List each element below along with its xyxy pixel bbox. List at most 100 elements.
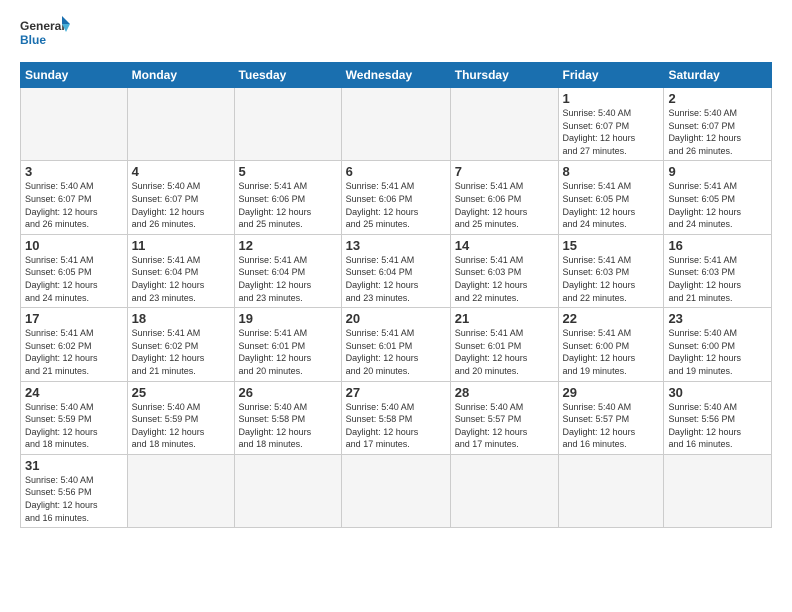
- day-info: Sunrise: 5:41 AM Sunset: 6:01 PM Dayligh…: [455, 327, 554, 377]
- calendar-day-cell: 28Sunrise: 5:40 AM Sunset: 5:57 PM Dayli…: [450, 381, 558, 454]
- calendar-header-row: SundayMondayTuesdayWednesdayThursdayFrid…: [21, 63, 772, 88]
- calendar-day-cell: 12Sunrise: 5:41 AM Sunset: 6:04 PM Dayli…: [234, 234, 341, 307]
- col-header-monday: Monday: [127, 63, 234, 88]
- calendar-day-cell: [664, 454, 772, 527]
- day-number: 13: [346, 238, 446, 253]
- calendar-day-cell: 5Sunrise: 5:41 AM Sunset: 6:06 PM Daylig…: [234, 161, 341, 234]
- day-number: 8: [563, 164, 660, 179]
- day-number: 26: [239, 385, 337, 400]
- day-number: 5: [239, 164, 337, 179]
- day-info: Sunrise: 5:41 AM Sunset: 6:01 PM Dayligh…: [346, 327, 446, 377]
- calendar-day-cell: 25Sunrise: 5:40 AM Sunset: 5:59 PM Dayli…: [127, 381, 234, 454]
- calendar-day-cell: 17Sunrise: 5:41 AM Sunset: 6:02 PM Dayli…: [21, 308, 128, 381]
- day-number: 12: [239, 238, 337, 253]
- calendar-day-cell: 14Sunrise: 5:41 AM Sunset: 6:03 PM Dayli…: [450, 234, 558, 307]
- calendar-day-cell: 22Sunrise: 5:41 AM Sunset: 6:00 PM Dayli…: [558, 308, 664, 381]
- calendar-day-cell: [341, 454, 450, 527]
- day-number: 6: [346, 164, 446, 179]
- day-number: 20: [346, 311, 446, 326]
- day-info: Sunrise: 5:41 AM Sunset: 6:04 PM Dayligh…: [132, 254, 230, 304]
- calendar-day-cell: [127, 88, 234, 161]
- day-info: Sunrise: 5:40 AM Sunset: 5:56 PM Dayligh…: [668, 401, 767, 451]
- day-info: Sunrise: 5:41 AM Sunset: 6:00 PM Dayligh…: [563, 327, 660, 377]
- calendar-day-cell: 29Sunrise: 5:40 AM Sunset: 5:57 PM Dayli…: [558, 381, 664, 454]
- calendar-day-cell: [450, 88, 558, 161]
- calendar-day-cell: 13Sunrise: 5:41 AM Sunset: 6:04 PM Dayli…: [341, 234, 450, 307]
- day-number: 18: [132, 311, 230, 326]
- day-number: 31: [25, 458, 123, 473]
- calendar-day-cell: 15Sunrise: 5:41 AM Sunset: 6:03 PM Dayli…: [558, 234, 664, 307]
- day-info: Sunrise: 5:41 AM Sunset: 6:02 PM Dayligh…: [132, 327, 230, 377]
- day-info: Sunrise: 5:40 AM Sunset: 5:58 PM Dayligh…: [239, 401, 337, 451]
- day-info: Sunrise: 5:40 AM Sunset: 6:00 PM Dayligh…: [668, 327, 767, 377]
- day-info: Sunrise: 5:41 AM Sunset: 6:06 PM Dayligh…: [346, 180, 446, 230]
- day-info: Sunrise: 5:41 AM Sunset: 6:04 PM Dayligh…: [346, 254, 446, 304]
- calendar-table: SundayMondayTuesdayWednesdayThursdayFrid…: [20, 62, 772, 528]
- calendar-week-row: 3Sunrise: 5:40 AM Sunset: 6:07 PM Daylig…: [21, 161, 772, 234]
- day-info: Sunrise: 5:40 AM Sunset: 5:56 PM Dayligh…: [25, 474, 123, 524]
- day-number: 22: [563, 311, 660, 326]
- day-info: Sunrise: 5:41 AM Sunset: 6:03 PM Dayligh…: [668, 254, 767, 304]
- calendar-day-cell: [341, 88, 450, 161]
- day-info: Sunrise: 5:41 AM Sunset: 6:06 PM Dayligh…: [455, 180, 554, 230]
- calendar-day-cell: 6Sunrise: 5:41 AM Sunset: 6:06 PM Daylig…: [341, 161, 450, 234]
- day-number: 15: [563, 238, 660, 253]
- calendar-day-cell: [234, 454, 341, 527]
- day-number: 25: [132, 385, 230, 400]
- day-number: 9: [668, 164, 767, 179]
- calendar-day-cell: 23Sunrise: 5:40 AM Sunset: 6:00 PM Dayli…: [664, 308, 772, 381]
- calendar-day-cell: [21, 88, 128, 161]
- col-header-thursday: Thursday: [450, 63, 558, 88]
- calendar-day-cell: 20Sunrise: 5:41 AM Sunset: 6:01 PM Dayli…: [341, 308, 450, 381]
- day-info: Sunrise: 5:40 AM Sunset: 6:07 PM Dayligh…: [668, 107, 767, 157]
- page: General Blue SundayMondayTuesdayWednesda…: [0, 0, 792, 538]
- day-info: Sunrise: 5:40 AM Sunset: 6:07 PM Dayligh…: [563, 107, 660, 157]
- calendar-day-cell: 30Sunrise: 5:40 AM Sunset: 5:56 PM Dayli…: [664, 381, 772, 454]
- svg-text:Blue: Blue: [20, 33, 46, 47]
- day-info: Sunrise: 5:40 AM Sunset: 6:07 PM Dayligh…: [25, 180, 123, 230]
- calendar-week-row: 1Sunrise: 5:40 AM Sunset: 6:07 PM Daylig…: [21, 88, 772, 161]
- day-number: 28: [455, 385, 554, 400]
- day-info: Sunrise: 5:41 AM Sunset: 6:05 PM Dayligh…: [563, 180, 660, 230]
- calendar-week-row: 24Sunrise: 5:40 AM Sunset: 5:59 PM Dayli…: [21, 381, 772, 454]
- calendar-day-cell: 16Sunrise: 5:41 AM Sunset: 6:03 PM Dayli…: [664, 234, 772, 307]
- day-info: Sunrise: 5:40 AM Sunset: 5:57 PM Dayligh…: [563, 401, 660, 451]
- calendar-day-cell: [558, 454, 664, 527]
- day-info: Sunrise: 5:41 AM Sunset: 6:03 PM Dayligh…: [563, 254, 660, 304]
- calendar-day-cell: 4Sunrise: 5:40 AM Sunset: 6:07 PM Daylig…: [127, 161, 234, 234]
- day-info: Sunrise: 5:41 AM Sunset: 6:03 PM Dayligh…: [455, 254, 554, 304]
- logo-svg: General Blue: [20, 16, 70, 54]
- calendar-day-cell: 19Sunrise: 5:41 AM Sunset: 6:01 PM Dayli…: [234, 308, 341, 381]
- calendar-day-cell: [450, 454, 558, 527]
- day-number: 11: [132, 238, 230, 253]
- calendar-day-cell: 8Sunrise: 5:41 AM Sunset: 6:05 PM Daylig…: [558, 161, 664, 234]
- calendar-week-row: 31Sunrise: 5:40 AM Sunset: 5:56 PM Dayli…: [21, 454, 772, 527]
- day-number: 19: [239, 311, 337, 326]
- day-number: 1: [563, 91, 660, 106]
- calendar-day-cell: 9Sunrise: 5:41 AM Sunset: 6:05 PM Daylig…: [664, 161, 772, 234]
- day-number: 10: [25, 238, 123, 253]
- calendar-week-row: 10Sunrise: 5:41 AM Sunset: 6:05 PM Dayli…: [21, 234, 772, 307]
- calendar-day-cell: 18Sunrise: 5:41 AM Sunset: 6:02 PM Dayli…: [127, 308, 234, 381]
- calendar-day-cell: 24Sunrise: 5:40 AM Sunset: 5:59 PM Dayli…: [21, 381, 128, 454]
- day-number: 7: [455, 164, 554, 179]
- calendar-week-row: 17Sunrise: 5:41 AM Sunset: 6:02 PM Dayli…: [21, 308, 772, 381]
- day-number: 24: [25, 385, 123, 400]
- col-header-wednesday: Wednesday: [341, 63, 450, 88]
- day-info: Sunrise: 5:41 AM Sunset: 6:01 PM Dayligh…: [239, 327, 337, 377]
- day-info: Sunrise: 5:40 AM Sunset: 5:59 PM Dayligh…: [25, 401, 123, 451]
- calendar-day-cell: 10Sunrise: 5:41 AM Sunset: 6:05 PM Dayli…: [21, 234, 128, 307]
- day-number: 23: [668, 311, 767, 326]
- day-number: 30: [668, 385, 767, 400]
- day-info: Sunrise: 5:41 AM Sunset: 6:02 PM Dayligh…: [25, 327, 123, 377]
- day-info: Sunrise: 5:40 AM Sunset: 5:59 PM Dayligh…: [132, 401, 230, 451]
- day-info: Sunrise: 5:41 AM Sunset: 6:05 PM Dayligh…: [668, 180, 767, 230]
- col-header-friday: Friday: [558, 63, 664, 88]
- day-info: Sunrise: 5:41 AM Sunset: 6:06 PM Dayligh…: [239, 180, 337, 230]
- day-info: Sunrise: 5:40 AM Sunset: 6:07 PM Dayligh…: [132, 180, 230, 230]
- calendar-day-cell: 3Sunrise: 5:40 AM Sunset: 6:07 PM Daylig…: [21, 161, 128, 234]
- calendar-day-cell: 7Sunrise: 5:41 AM Sunset: 6:06 PM Daylig…: [450, 161, 558, 234]
- calendar-day-cell: 21Sunrise: 5:41 AM Sunset: 6:01 PM Dayli…: [450, 308, 558, 381]
- calendar-day-cell: 27Sunrise: 5:40 AM Sunset: 5:58 PM Dayli…: [341, 381, 450, 454]
- day-number: 3: [25, 164, 123, 179]
